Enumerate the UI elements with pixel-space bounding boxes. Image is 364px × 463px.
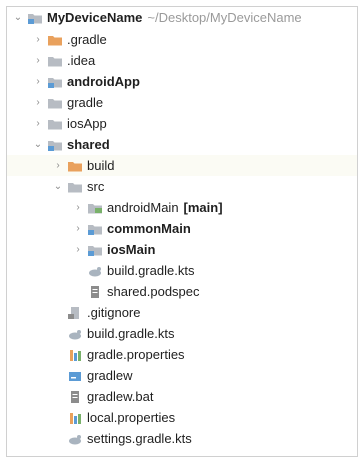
- tree-item-shared-podspec[interactable]: › shared.podspec: [7, 281, 357, 302]
- gradle-script-icon: [67, 432, 83, 446]
- tree-item-gitignore[interactable]: › .gitignore: [7, 302, 357, 323]
- project-tree-panel: ⌄ MyDeviceName ~/Desktop/MyDeviceName › …: [6, 6, 358, 457]
- tree-item-gradlew[interactable]: › gradlew: [7, 365, 357, 386]
- tree-item-iosapp[interactable]: › iosApp: [7, 113, 357, 134]
- chevron-down-icon[interactable]: ⌄: [53, 176, 63, 197]
- source-folder-icon: [87, 201, 103, 215]
- item-label: gradle.properties: [87, 347, 185, 362]
- item-label: shared.podspec: [107, 284, 200, 299]
- item-label: androidMain: [107, 200, 179, 215]
- item-label: gradlew: [87, 368, 133, 383]
- tree-item-local-properties[interactable]: › local.properties: [7, 407, 357, 428]
- chevron-right-icon[interactable]: ›: [73, 218, 83, 239]
- root-project-path: ~/Desktop/MyDeviceName: [147, 10, 302, 25]
- chevron-right-icon[interactable]: ›: [33, 92, 43, 113]
- gradle-script-icon: [87, 264, 103, 278]
- item-label: commonMain: [107, 221, 191, 236]
- item-label: .idea: [67, 53, 96, 68]
- chevron-right-icon[interactable]: ›: [33, 71, 43, 92]
- item-label: shared: [67, 137, 110, 152]
- folder-icon: [47, 96, 63, 110]
- tree-item-settings-gradle-kts[interactable]: › settings.gradle.kts: [7, 428, 357, 449]
- item-label: build.gradle.kts: [87, 326, 175, 341]
- excluded-folder-icon: [67, 159, 83, 173]
- shell-script-icon: [67, 369, 83, 383]
- item-label: build: [87, 158, 115, 173]
- module-folder-icon: [47, 138, 63, 152]
- properties-file-icon: [67, 411, 83, 425]
- tree-item-build[interactable]: › build: [7, 155, 357, 176]
- tree-item-iosmain[interactable]: › iosMain: [7, 239, 357, 260]
- module-folder-icon: [87, 243, 103, 257]
- folder-icon: [67, 180, 83, 194]
- chevron-right-icon[interactable]: ›: [73, 197, 83, 218]
- excluded-folder-icon: [47, 33, 63, 47]
- gradle-script-icon: [67, 327, 83, 341]
- tree-item-src[interactable]: ⌄ src: [7, 176, 357, 197]
- item-label: .gradle: [67, 32, 107, 47]
- tree-item-idea[interactable]: › .idea: [7, 50, 357, 71]
- tree-item-shared-build-gradle-kts[interactable]: › build.gradle.kts: [7, 260, 357, 281]
- item-label: .gitignore: [87, 305, 141, 320]
- item-label: androidApp: [67, 74, 140, 89]
- item-label: iosMain: [107, 242, 156, 257]
- folder-icon: [47, 54, 63, 68]
- chevron-down-icon[interactable]: ⌄: [33, 134, 43, 155]
- module-folder-icon: [27, 11, 43, 25]
- item-label: build.gradle.kts: [107, 263, 195, 278]
- chevron-right-icon[interactable]: ›: [33, 29, 43, 50]
- root-project-name: MyDeviceName: [47, 10, 143, 25]
- item-label: src: [87, 179, 105, 194]
- tree-item-gradle-properties[interactable]: › gradle.properties: [7, 344, 357, 365]
- chevron-right-icon[interactable]: ›: [73, 239, 83, 260]
- tree-item-build-gradle-kts[interactable]: › build.gradle.kts: [7, 323, 357, 344]
- item-label: iosApp: [67, 116, 107, 131]
- item-label: local.properties: [87, 410, 176, 425]
- folder-icon: [47, 117, 63, 131]
- module-folder-icon: [87, 222, 103, 236]
- item-label: gradle: [67, 95, 104, 110]
- tree-item-gradle-cache[interactable]: › .gradle: [7, 29, 357, 50]
- text-file-icon: [67, 390, 83, 404]
- source-set-tag: [main]: [183, 200, 223, 215]
- tree-item-shared[interactable]: ⌄ shared: [7, 134, 357, 155]
- module-folder-icon: [47, 75, 63, 89]
- text-file-icon: [87, 285, 103, 299]
- chevron-right-icon[interactable]: ›: [53, 155, 63, 176]
- properties-file-icon: [67, 348, 83, 362]
- tree-root-row[interactable]: ⌄ MyDeviceName ~/Desktop/MyDeviceName: [7, 7, 357, 28]
- tree-item-commonmain[interactable]: › commonMain: [7, 218, 357, 239]
- ignore-file-icon: [67, 306, 83, 320]
- item-label: settings.gradle.kts: [87, 431, 192, 446]
- item-label: gradlew.bat: [87, 389, 154, 404]
- tree-item-gradlew-bat[interactable]: › gradlew.bat: [7, 386, 357, 407]
- tree-item-gradle[interactable]: › gradle: [7, 92, 357, 113]
- tree-item-androidapp[interactable]: › androidApp: [7, 71, 357, 92]
- chevron-right-icon[interactable]: ›: [33, 50, 43, 71]
- chevron-down-icon[interactable]: ⌄: [13, 7, 23, 28]
- tree-item-androidmain[interactable]: › androidMain [main]: [7, 197, 357, 218]
- chevron-right-icon[interactable]: ›: [33, 113, 43, 134]
